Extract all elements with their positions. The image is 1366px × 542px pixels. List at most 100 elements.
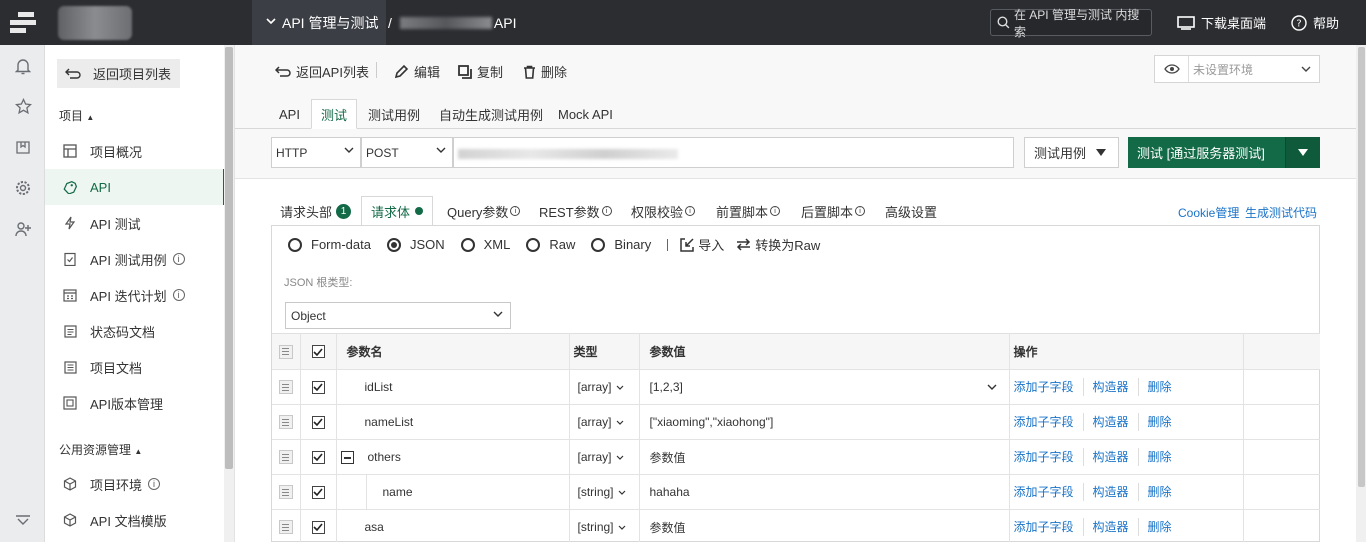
select-all-checkbox[interactable] bbox=[311, 345, 325, 358]
sidebar-item-api-test[interactable]: API 测试 bbox=[45, 205, 225, 241]
sidebar-item-test-cases[interactable]: API 测试用例 i bbox=[45, 241, 225, 277]
param-type-cell[interactable]: [array] bbox=[569, 439, 640, 475]
add-child-link[interactable]: 添加子字段 bbox=[1014, 485, 1074, 499]
global-search-input[interactable]: 在 API 管理与测试 内搜索 bbox=[990, 8, 1152, 39]
row-checkbox[interactable] bbox=[311, 450, 325, 464]
param-value-cell[interactable]: hahaha bbox=[639, 474, 1010, 510]
tab-test[interactable]: 测试 bbox=[311, 99, 358, 129]
test-case-dropdown[interactable]: 测试用例 bbox=[1024, 137, 1119, 168]
param-name-cell[interactable]: name bbox=[336, 474, 570, 510]
param-value-placeholder[interactable]: 参数值 bbox=[639, 439, 1010, 475]
builder-link[interactable]: 构造器 bbox=[1093, 380, 1129, 394]
tab-api[interactable]: API bbox=[279, 99, 300, 129]
row-checkbox[interactable] bbox=[311, 520, 325, 534]
download-desktop-button[interactable]: 下载桌面端 bbox=[1177, 0, 1266, 45]
app-logo[interactable] bbox=[0, 0, 45, 45]
subtab-headers[interactable]: 请求头部 1 bbox=[280, 196, 352, 226]
subtab-rest[interactable]: REST参数 i bbox=[539, 196, 612, 226]
format-radio-xml[interactable]: XML bbox=[460, 237, 510, 252]
help-button[interactable]: ? 帮助 bbox=[1291, 0, 1339, 45]
sidebar-item-status-docs[interactable]: 状态码文档 bbox=[45, 313, 225, 349]
collapse-icon[interactable] bbox=[12, 510, 34, 532]
delete-row-link[interactable]: 删除 bbox=[1148, 485, 1172, 499]
delete-row-link[interactable]: 删除 bbox=[1148, 450, 1172, 464]
tab-test-cases[interactable]: 测试用例 bbox=[368, 99, 420, 129]
add-child-link[interactable]: 添加子字段 bbox=[1014, 520, 1074, 534]
subtab-auth[interactable]: 权限校验 i bbox=[631, 196, 696, 226]
subtab-body[interactable]: 请求体 bbox=[361, 196, 433, 226]
param-name[interactable]: nameList bbox=[336, 404, 570, 440]
add-child-link[interactable]: 添加子字段 bbox=[1014, 380, 1074, 394]
menu-icon[interactable] bbox=[278, 344, 293, 359]
builder-link[interactable]: 构造器 bbox=[1093, 520, 1129, 534]
generate-code-link[interactable]: 生成测试代码 bbox=[1245, 204, 1317, 221]
collapse-node-icon[interactable] bbox=[340, 451, 354, 465]
param-type-cell[interactable]: [string] bbox=[569, 509, 640, 542]
drag-handle[interactable] bbox=[278, 415, 293, 429]
tab-mock-api[interactable]: Mock API bbox=[558, 99, 613, 129]
eye-icon[interactable] bbox=[1155, 56, 1189, 82]
sidebar-scrollbar[interactable] bbox=[224, 45, 234, 542]
cookie-manager-link[interactable]: Cookie管理 bbox=[1178, 204, 1239, 221]
map-icon[interactable] bbox=[12, 136, 34, 158]
delete-row-link[interactable]: 删除 bbox=[1148, 520, 1172, 534]
add-child-link[interactable]: 添加子字段 bbox=[1014, 450, 1074, 464]
param-name[interactable]: idList bbox=[336, 369, 570, 405]
format-radio-raw[interactable]: Raw bbox=[526, 237, 575, 252]
param-value-cell[interactable]: ["xiaoming","xiaohong"] bbox=[639, 404, 1010, 440]
json-root-select[interactable]: Object bbox=[285, 302, 511, 329]
format-radio-formdata[interactable]: Form-data bbox=[288, 237, 371, 252]
sidebar-item-environment[interactable]: 项目环境 i bbox=[45, 466, 225, 502]
delete-button[interactable]: 删除 bbox=[523, 62, 567, 81]
run-test-button[interactable]: 测试 [通过服务器测试] bbox=[1128, 137, 1285, 168]
back-to-api-list-button[interactable]: 返回API列表 bbox=[275, 62, 369, 81]
param-name-cell[interactable]: others bbox=[336, 439, 570, 475]
row-checkbox[interactable] bbox=[311, 485, 325, 499]
subtab-post-script[interactable]: 后置脚本 i bbox=[801, 196, 866, 226]
environment-select[interactable]: 未设置环境 bbox=[1154, 55, 1320, 83]
param-type-cell[interactable]: [string] bbox=[569, 474, 640, 510]
bell-icon[interactable] bbox=[12, 55, 34, 77]
param-value-placeholder[interactable]: 参数值 bbox=[639, 509, 1010, 542]
edit-button[interactable]: 编辑 bbox=[394, 62, 440, 81]
sidebar-item-overview[interactable]: 项目概况 bbox=[45, 133, 225, 169]
format-radio-json[interactable]: JSON bbox=[386, 237, 445, 252]
param-type-cell[interactable]: [array] bbox=[569, 369, 640, 405]
add-user-icon[interactable] bbox=[12, 218, 34, 240]
import-button[interactable]: 导入 bbox=[680, 235, 724, 254]
builder-link[interactable]: 构造器 bbox=[1093, 485, 1129, 499]
add-child-link[interactable]: 添加子字段 bbox=[1014, 415, 1074, 429]
row-checkbox[interactable] bbox=[311, 415, 325, 429]
drag-handle[interactable] bbox=[278, 450, 293, 464]
drag-handle[interactable] bbox=[278, 380, 293, 394]
run-options-dropdown[interactable] bbox=[1285, 137, 1320, 168]
builder-link[interactable]: 构造器 bbox=[1093, 450, 1129, 464]
drag-handle[interactable] bbox=[278, 520, 293, 534]
page-scrollbar[interactable] bbox=[1356, 45, 1366, 542]
drag-handle[interactable] bbox=[278, 485, 293, 499]
settings-icon[interactable] bbox=[12, 177, 34, 199]
convert-raw-button[interactable]: 转换为Raw bbox=[736, 235, 820, 254]
sidebar-item-iteration[interactable]: API 迭代计划 i bbox=[45, 277, 225, 313]
delete-row-link[interactable]: 删除 bbox=[1148, 415, 1172, 429]
back-to-projects-button[interactable]: 返回项目列表 bbox=[57, 59, 180, 88]
module-switcher[interactable]: API 管理与测试 bbox=[252, 0, 386, 45]
subtab-pre-script[interactable]: 前置脚本 i bbox=[716, 196, 781, 226]
sidebar-item-doc-template[interactable]: API 文档模版 bbox=[45, 502, 225, 538]
sidebar-item-project-docs[interactable]: 项目文档 bbox=[45, 349, 225, 385]
subtab-advanced[interactable]: 高级设置 bbox=[885, 196, 937, 226]
builder-link[interactable]: 构造器 bbox=[1093, 415, 1129, 429]
copy-button[interactable]: 复制 bbox=[458, 62, 503, 81]
star-icon[interactable] bbox=[12, 95, 34, 117]
delete-row-link[interactable]: 删除 bbox=[1148, 380, 1172, 394]
section-project[interactable]: 项目 ▲ bbox=[59, 107, 94, 124]
url-input[interactable] bbox=[453, 137, 1014, 168]
project-avatar[interactable] bbox=[58, 6, 132, 40]
tab-auto-cases[interactable]: 自动生成测试用例 bbox=[439, 99, 543, 129]
sidebar-item-api[interactable]: API bbox=[45, 169, 225, 205]
row-checkbox[interactable] bbox=[311, 380, 325, 394]
param-value-cell[interactable]: [1,2,3] bbox=[639, 369, 1010, 405]
method-select[interactable]: POST bbox=[361, 137, 453, 168]
subtab-query[interactable]: Query参数 i bbox=[447, 196, 521, 226]
param-name[interactable]: asa bbox=[336, 509, 570, 542]
